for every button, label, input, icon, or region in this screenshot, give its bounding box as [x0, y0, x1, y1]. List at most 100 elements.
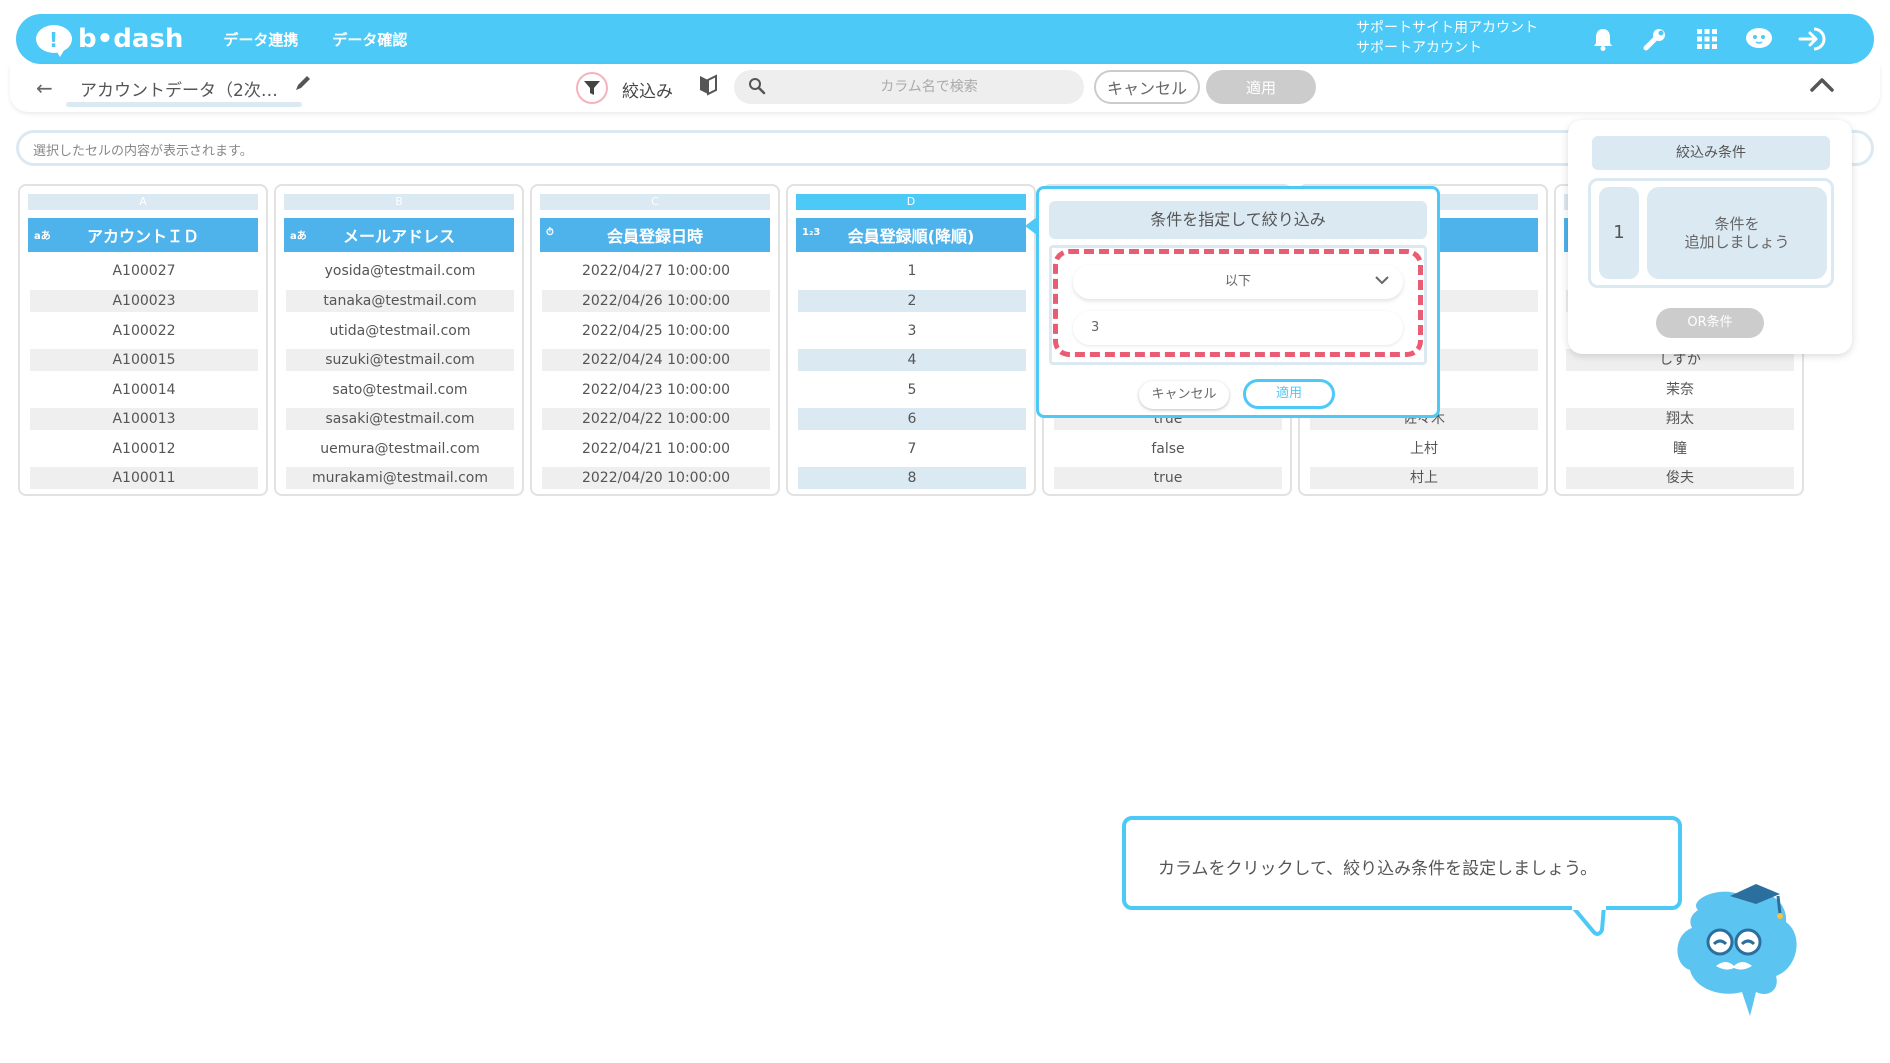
- table-cell[interactable]: 村上: [1310, 467, 1538, 489]
- table-cell[interactable]: 7: [798, 438, 1026, 460]
- table-cell[interactable]: 2022/04/23 10:00:00: [542, 379, 770, 401]
- column-header-label: メールアドレス: [342, 227, 455, 246]
- table-cell[interactable]: 2022/04/26 10:00:00: [542, 290, 770, 312]
- column-letter[interactable]: C: [540, 194, 770, 210]
- brand-logo[interactable]: ! b•dash: [36, 24, 184, 57]
- table-cell[interactable]: 俊夫: [1566, 467, 1794, 489]
- table-cell[interactable]: 1: [798, 260, 1026, 282]
- table-cell[interactable]: suzuki@testmail.com: [286, 349, 514, 371]
- table-cell[interactable]: 2022/04/20 10:00:00: [542, 467, 770, 489]
- table-cell[interactable]: 茉奈: [1566, 379, 1794, 401]
- table-cell[interactable]: yosida@testmail.com: [286, 260, 514, 282]
- add-condition-button[interactable]: 条件を 追加しましょう: [1647, 187, 1827, 279]
- logo-bubble-icon: !: [36, 25, 72, 57]
- table-cell[interactable]: A100012: [30, 438, 258, 460]
- table-cell[interactable]: 8: [798, 467, 1026, 489]
- table-cell[interactable]: 上村: [1310, 438, 1538, 460]
- table-cell[interactable]: 2022/04/24 10:00:00: [542, 349, 770, 371]
- wrench-icon[interactable]: [1638, 22, 1672, 56]
- apply-button[interactable]: 適用: [1206, 70, 1316, 104]
- column-header-label: 会員登録日時: [606, 227, 703, 246]
- funnel-icon[interactable]: [576, 72, 608, 104]
- popup-apply-button[interactable]: 適用: [1243, 379, 1335, 409]
- grid-icon[interactable]: [1690, 22, 1724, 56]
- table-cell[interactable]: 翔太: [1566, 408, 1794, 430]
- table-cell[interactable]: 6: [798, 408, 1026, 430]
- table-cell[interactable]: 瞳: [1566, 438, 1794, 460]
- column-d[interactable]: D 1₂3 会員登録順(降順) 1 2 3 4 5 6 7 8: [786, 184, 1036, 496]
- condition-popup: 条件を指定して絞り込み 以下 3 キャンセル 適用: [1025, 186, 1440, 418]
- table-cell[interactable]: sasaki@testmail.com: [286, 408, 514, 430]
- table-cell[interactable]: 5: [798, 379, 1026, 401]
- column-letter[interactable]: D: [796, 194, 1026, 210]
- table-cell[interactable]: A100011: [30, 467, 258, 489]
- table-cell[interactable]: 4: [798, 349, 1026, 371]
- column-search[interactable]: [734, 70, 1084, 104]
- toolbar: ← アカウントデータ（2次… 絞込み キャンセル 適用: [10, 64, 1880, 112]
- search-input[interactable]: [734, 70, 1084, 104]
- column-header[interactable]: ⏱ 会員登録日時: [540, 218, 770, 252]
- table-cell[interactable]: utida@testmail.com: [286, 320, 514, 342]
- condition-number: 1: [1599, 187, 1639, 279]
- column-header-label: 会員登録順(降順): [847, 227, 975, 246]
- table-cell[interactable]: A100014: [30, 379, 258, 401]
- table-cell[interactable]: sato@testmail.com: [286, 379, 514, 401]
- column-type-icon: aあ: [34, 231, 51, 242]
- table-cell[interactable]: A100023: [30, 290, 258, 312]
- column-b[interactable]: Baあ メールアドレス yosida@testmail.com tanaka@test…: [274, 184, 524, 496]
- brand-name: b•dash: [78, 24, 184, 54]
- table-cell[interactable]: 2022/04/22 10:00:00: [542, 408, 770, 430]
- column-type-icon: ⏱: [546, 227, 554, 238]
- cancel-button[interactable]: キャンセル: [1094, 70, 1200, 104]
- column-a[interactable]: Aaあ アカウントＩＤ A100027 A100023 A100022 A100015 A1…: [18, 184, 268, 496]
- column-header[interactable]: 1₂3 会員登録順(降順): [796, 218, 1026, 252]
- column-header[interactable]: aあ アカウントＩＤ: [28, 218, 258, 252]
- column-c[interactable]: C ⏱ 会員登録日時 2022/04/27 10:00:00 2022/04/26 10…: [530, 184, 780, 496]
- table-cell[interactable]: uemura@testmail.com: [286, 438, 514, 460]
- app-root: ! b•dash データ連携 データ確認 サポートサイト用アカウント サポートア…: [0, 0, 1890, 1063]
- nav-data-confirm[interactable]: データ確認: [332, 29, 407, 50]
- table-cell[interactable]: true: [1054, 467, 1282, 489]
- popup-cancel-button[interactable]: キャンセル: [1139, 381, 1229, 409]
- condition-group: 1 条件を 追加しましょう: [1588, 178, 1834, 288]
- chat-icon[interactable]: [1742, 22, 1776, 56]
- column-header[interactable]: aあ メールアドレス: [284, 218, 514, 252]
- or-condition-button[interactable]: OR条件: [1656, 308, 1764, 338]
- table-cell[interactable]: false: [1054, 438, 1282, 460]
- filter-label: 絞込み: [622, 82, 673, 102]
- chevron-down-icon: [1375, 265, 1389, 299]
- nav-data-integration[interactable]: データ連携: [223, 29, 298, 50]
- operator-value: 以下: [1224, 274, 1251, 289]
- pencil-icon[interactable]: [294, 74, 312, 96]
- cell-content-text: 選択したセルの内容が表示されます。: [33, 144, 253, 159]
- table-cell[interactable]: 3: [798, 320, 1026, 342]
- table-cell[interactable]: tanaka@testmail.com: [286, 290, 514, 312]
- condition-value-input[interactable]: 3: [1073, 311, 1403, 345]
- account-info[interactable]: サポートサイト用アカウント サポートアカウント: [1356, 18, 1538, 58]
- chevron-up-icon[interactable]: [1810, 76, 1834, 96]
- table-cell[interactable]: murakami@testmail.com: [286, 467, 514, 489]
- table-cell[interactable]: 2022/04/21 10:00:00: [542, 438, 770, 460]
- beginner-mark-icon[interactable]: [698, 74, 718, 100]
- table-cell[interactable]: A100022: [30, 320, 258, 342]
- popup-title: 条件を指定して絞り込み: [1049, 201, 1427, 239]
- tutorial-text: カラムをクリックして、絞り込み条件を設定しましょう。: [1158, 859, 1598, 879]
- operator-select[interactable]: 以下: [1073, 265, 1403, 299]
- column-type-icon: 1₂3: [802, 227, 821, 238]
- table-cell[interactable]: A100013: [30, 408, 258, 430]
- title-underline: [66, 102, 302, 107]
- top-header: ! b•dash データ連携 データ確認 サポートサイト用アカウント サポートア…: [16, 14, 1874, 64]
- table-cell[interactable]: 2: [798, 290, 1026, 312]
- account-line1: サポートサイト用アカウント: [1356, 20, 1538, 36]
- bell-icon[interactable]: [1586, 22, 1620, 56]
- back-arrow-icon[interactable]: ←: [36, 76, 53, 100]
- table-cell[interactable]: 2022/04/25 10:00:00: [542, 320, 770, 342]
- table-cell[interactable]: 2022/04/27 10:00:00: [542, 260, 770, 282]
- table-cell[interactable]: A100027: [30, 260, 258, 282]
- logout-icon[interactable]: [1796, 22, 1830, 56]
- column-letter[interactable]: B: [284, 194, 514, 210]
- table-cell[interactable]: A100015: [30, 349, 258, 371]
- search-icon: [748, 77, 766, 99]
- column-letter[interactable]: A: [28, 194, 258, 210]
- dataset-title[interactable]: アカウントデータ（2次…: [80, 76, 278, 101]
